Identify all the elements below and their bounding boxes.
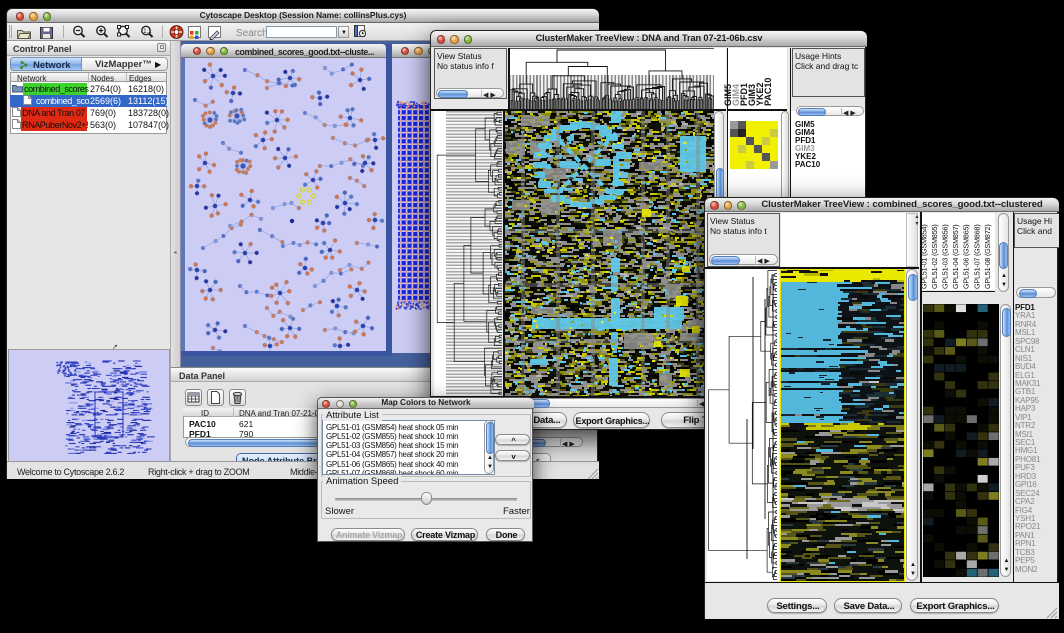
svg-text:GPL51-04 (GSM857): GPL51-04 (GSM857) bbox=[951, 224, 960, 289]
svg-text:GPL51-07 (GSM868): GPL51-07 (GSM868) bbox=[972, 224, 981, 289]
svg-text:GPL51-02 (GSM855): GPL51-02 (GSM855) bbox=[930, 224, 939, 289]
svg-text:PAC10: PAC10 bbox=[763, 78, 773, 106]
svg-text:1:1: 1:1 bbox=[143, 29, 152, 35]
svg-text:GPL51-06 (GSM865): GPL51-06 (GSM865) bbox=[962, 224, 971, 289]
svg-text:GPL51-01 (GSM854): GPL51-01 (GSM854) bbox=[921, 224, 929, 289]
svg-text:GPL51-08 (GSM872): GPL51-08 (GSM872) bbox=[983, 224, 992, 289]
svg-text:GPL51-03 (GSM856): GPL51-03 (GSM856) bbox=[941, 224, 950, 289]
